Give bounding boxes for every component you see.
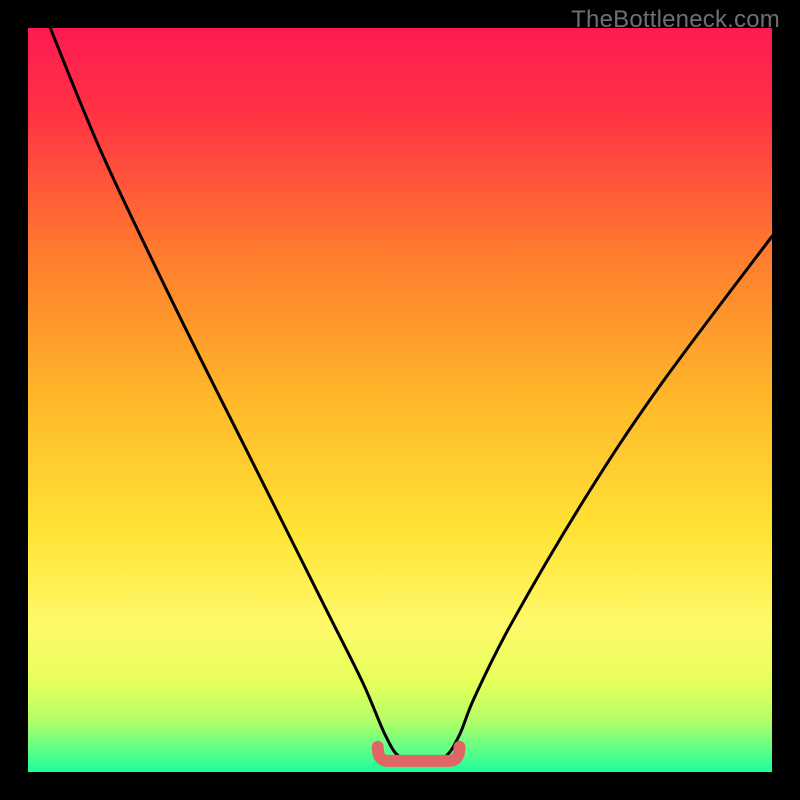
bottleneck-chart <box>28 28 772 772</box>
gradient-background <box>28 28 772 772</box>
chart-frame: TheBottleneck.com <box>0 0 800 800</box>
